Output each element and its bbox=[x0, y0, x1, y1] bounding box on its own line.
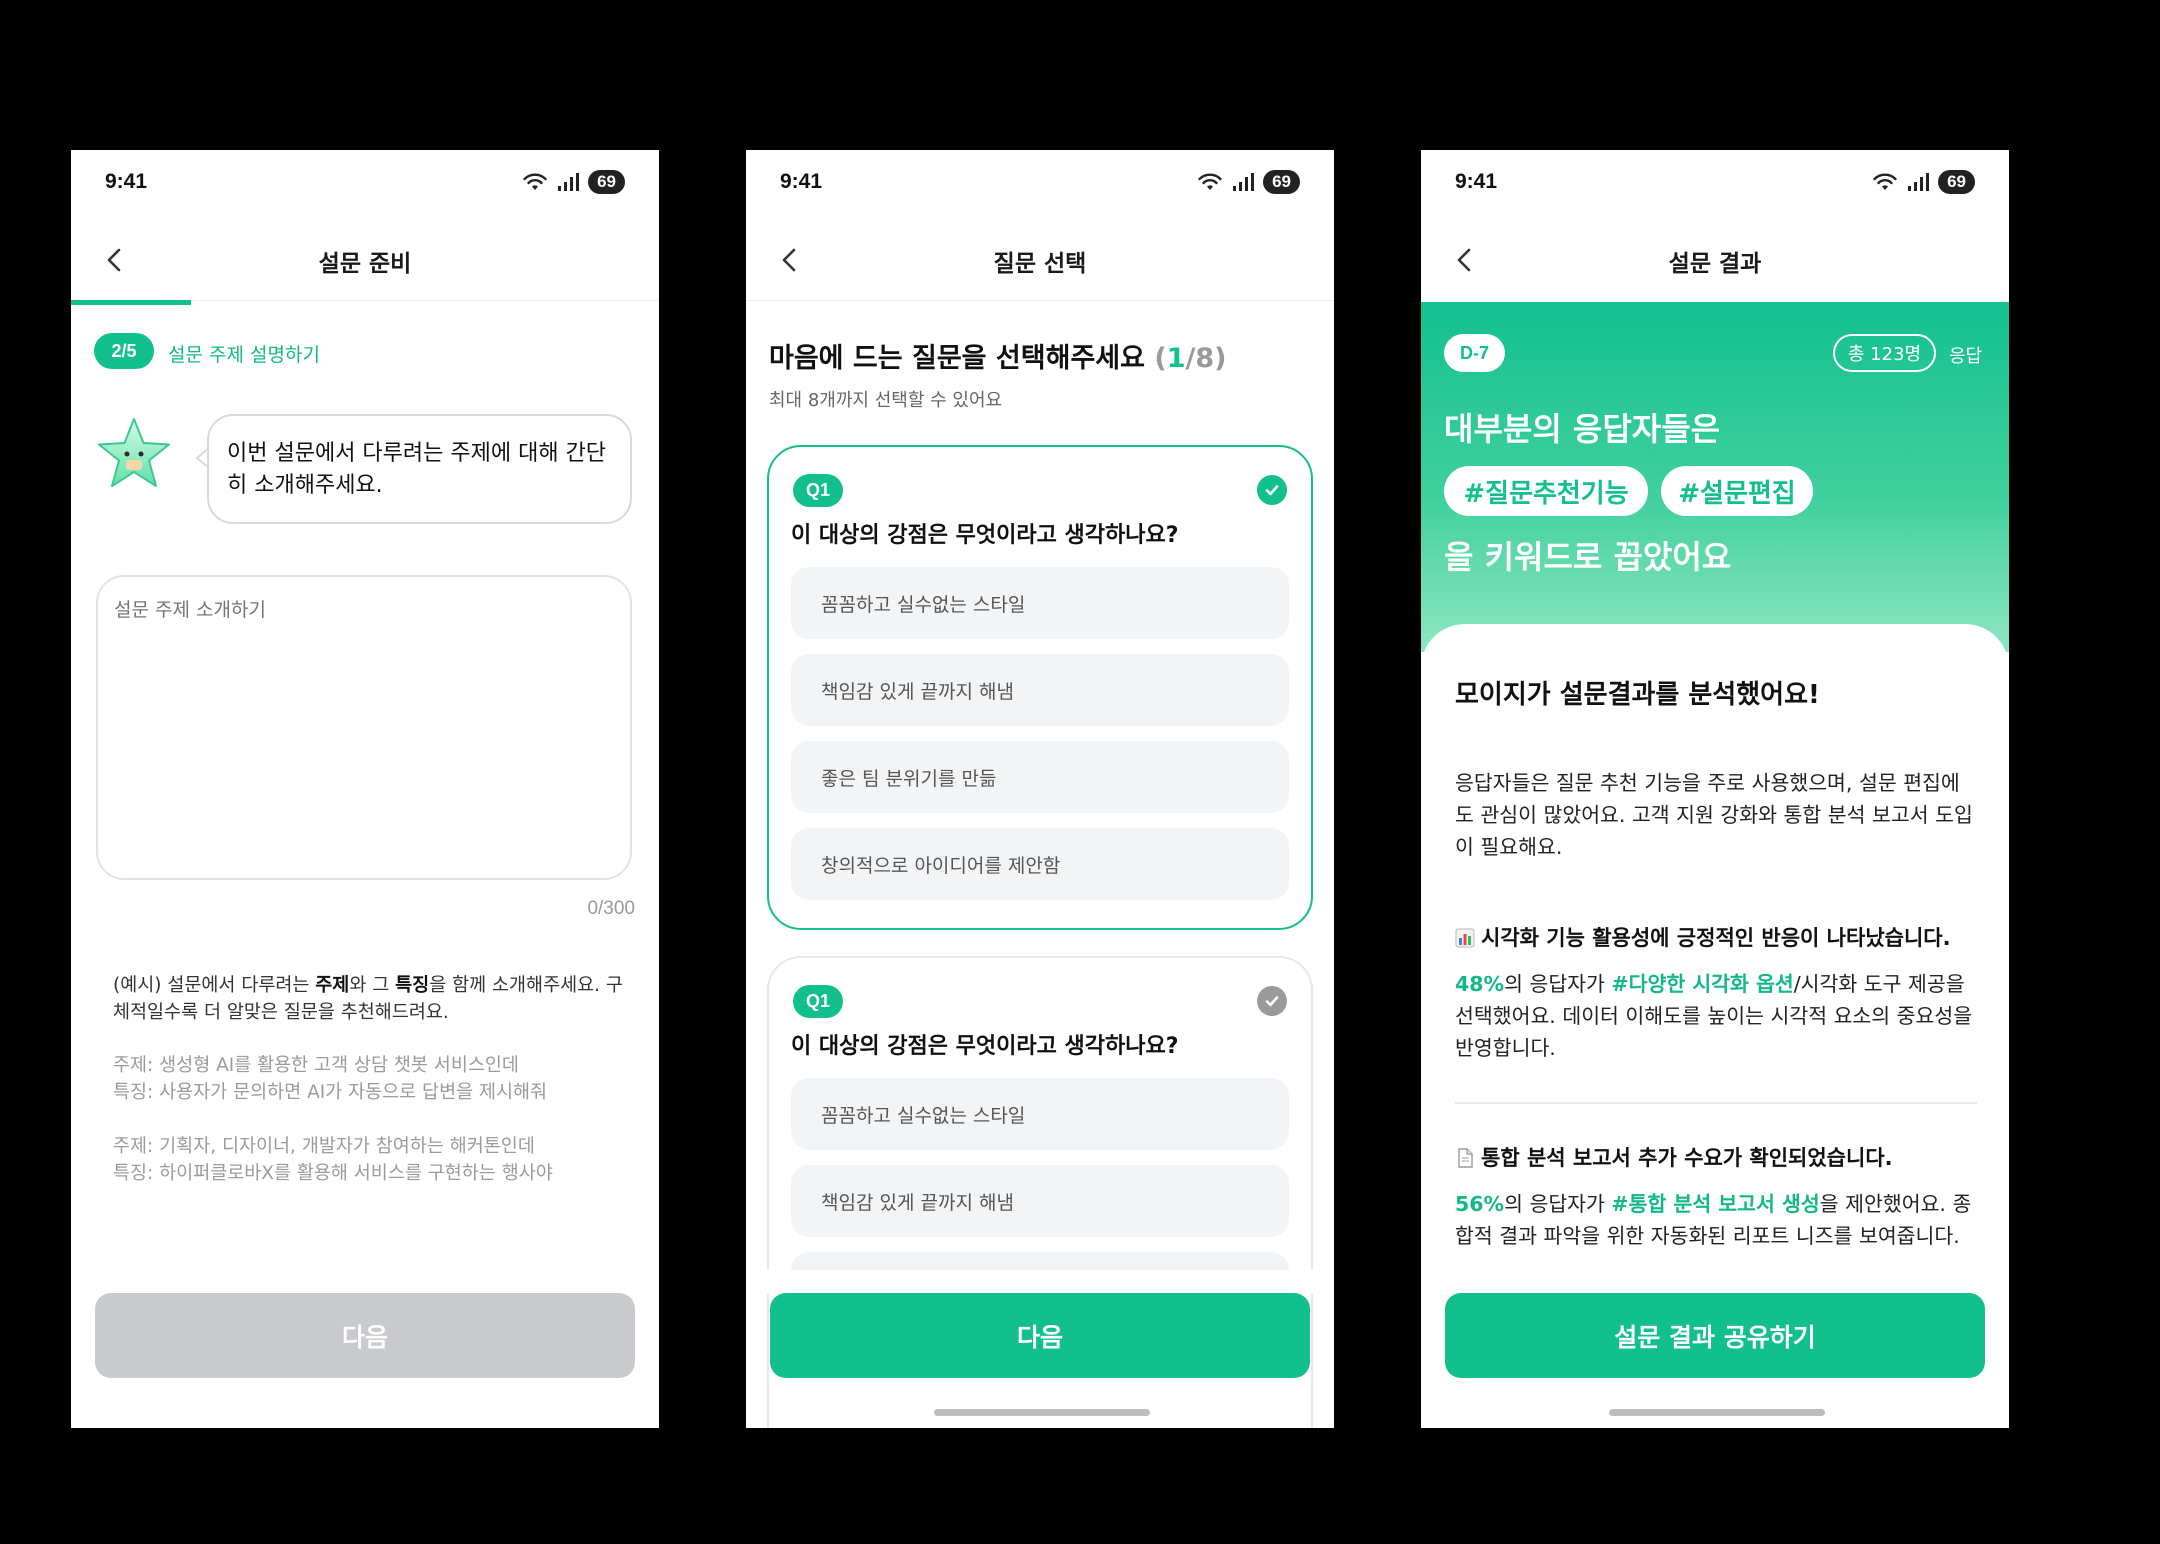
share-result-button[interactable]: 설문 결과 공유하기 bbox=[1445, 1293, 1985, 1378]
answer-option: 꼼꼼하고 실수없는 스타일 bbox=[791, 1078, 1289, 1150]
answer-option: 책임감 있게 끝까지 해냄 bbox=[791, 1165, 1289, 1237]
screen-survey-prep: 9:41 69 설문 준비 2/5 설문 주제 설명하기 이번 설문에서 다루려… bbox=[71, 150, 659, 1428]
next-button[interactable]: 다음 bbox=[95, 1293, 635, 1378]
battery-icon: 69 bbox=[1263, 170, 1300, 194]
progress-bar bbox=[71, 300, 191, 305]
wifi-icon bbox=[1873, 173, 1897, 190]
check-circle-icon[interactable] bbox=[1257, 475, 1287, 505]
nav-bar: 설문 결과 bbox=[1421, 220, 2009, 308]
page-title: 설문 준비 bbox=[318, 251, 412, 277]
answer-option: 창의적으로 아이디어를 제안함 bbox=[791, 828, 1289, 900]
keyword-tag: #설문편집 bbox=[1661, 466, 1813, 516]
answer-option: 책임감 있게 끝까지 해냄 bbox=[791, 654, 1289, 726]
battery-icon: 69 bbox=[588, 170, 625, 194]
document-icon bbox=[1458, 1148, 1473, 1168]
char-counter: 0/300 bbox=[587, 898, 635, 919]
step-badge: 2/5 bbox=[94, 333, 154, 369]
signal-icon bbox=[1908, 173, 1930, 191]
status-bar: 9:41 69 bbox=[1421, 150, 2009, 214]
dday-badge: D-7 bbox=[1444, 334, 1505, 372]
question-text: 이 대상의 강점은 무엇이라고 생각하나요? bbox=[791, 1034, 1179, 1059]
question-card-selected[interactable]: Q1 이 대상의 강점은 무엇이라고 생각하나요? 꼼꼼하고 실수없는 스타일 … bbox=[767, 445, 1313, 930]
screen-survey-result: 9:41 69 설문 결과 D-7 총 123명 응답 대부분의 응답자들은 #… bbox=[1421, 150, 2009, 1428]
status-time: 9:41 bbox=[105, 170, 148, 193]
respondents-label: 응답 bbox=[1949, 346, 1983, 367]
step-label: 설문 주제 설명하기 bbox=[168, 344, 320, 366]
hero-headline: 대부분의 응답자들은 bbox=[1444, 410, 1721, 448]
guide-bubble: 이번 설문에서 다루려는 주제에 대해 간단히 소개해주세요. bbox=[207, 414, 632, 524]
bar-chart-icon bbox=[1455, 928, 1475, 948]
status-time: 9:41 bbox=[780, 170, 823, 193]
example-sample: 주제: 기획자, 디자이너, 개발자가 참여하는 해커톤인데 특징: 하이퍼클로… bbox=[113, 1136, 553, 1184]
scroll-fade bbox=[746, 1270, 1334, 1294]
topic-input[interactable] bbox=[96, 575, 632, 880]
signal-icon bbox=[1233, 173, 1255, 191]
insight-text: 48%의 응답자가 #다양한 시각화 옵션/시각화 도구 제공을 선택했어요. … bbox=[1455, 972, 1973, 1060]
page-title: 질문 선택 bbox=[993, 251, 1087, 277]
check-circle-icon[interactable] bbox=[1257, 986, 1287, 1016]
status-bar: 9:41 69 bbox=[746, 150, 1334, 214]
screen-question-select: 9:41 69 질문 선택 마음에 드는 질문을 선택해주세요 (1/8) 최대… bbox=[746, 150, 1334, 1428]
answer-option: 좋은 팀 분위기를 만듦 bbox=[791, 741, 1289, 813]
analysis-title: 모이지가 설문결과를 분석했어요! bbox=[1455, 680, 1820, 710]
wifi-icon bbox=[1198, 173, 1222, 190]
example-sample: 주제: 생성형 AI를 활용한 고객 상담 챗봇 서비스인데 특징: 사용자가 … bbox=[113, 1055, 548, 1103]
home-indicator bbox=[934, 1409, 1150, 1416]
selection-count: (1/8) bbox=[1154, 343, 1227, 374]
question-text: 이 대상의 강점은 무엇이라고 생각하나요? bbox=[791, 523, 1179, 548]
question-tag: Q1 bbox=[793, 474, 843, 507]
next-button[interactable]: 다음 bbox=[770, 1293, 1310, 1378]
star-mascot-icon bbox=[98, 418, 170, 487]
question-tag: Q1 bbox=[793, 985, 843, 1018]
section-divider bbox=[1455, 1102, 1977, 1104]
status-bar: 9:41 69 bbox=[71, 150, 659, 214]
battery-icon: 69 bbox=[1938, 170, 1975, 194]
wifi-icon bbox=[523, 173, 547, 190]
question-heading: 마음에 드는 질문을 선택해주세요 (1/8) bbox=[769, 343, 1227, 374]
question-subtitle: 최대 8개까지 선택할 수 있어요 bbox=[769, 390, 1003, 411]
insight-heading: 통합 분석 보고서 추가 수요가 확인되었습니다. bbox=[1455, 1142, 1893, 1172]
example-text: (예시) 설문에서 다루려는 주제와 그 특징을 함께 소개해주세요. 구체적일… bbox=[113, 975, 623, 1023]
hero-headline-end: 을 키워드로 꼽았어요 bbox=[1444, 538, 1732, 576]
analysis-summary: 응답자들은 질문 추천 기능을 주로 사용했으며, 설문 편집에도 관심이 많았… bbox=[1455, 771, 1973, 859]
home-indicator bbox=[1609, 1409, 1825, 1416]
insight-text: 56%의 응답자가 #통합 분석 보고서 생성을 제안했어요. 종합적 결과 파… bbox=[1455, 1192, 1972, 1248]
status-time: 9:41 bbox=[1455, 170, 1498, 193]
answer-option: 꼼꼼하고 실수없는 스타일 bbox=[791, 567, 1289, 639]
page-title: 설문 결과 bbox=[1668, 251, 1762, 277]
nav-bar: 질문 선택 bbox=[746, 220, 1334, 308]
insight-heading: 시각화 기능 활용성에 긍정적인 반응이 나타났습니다. bbox=[1455, 922, 1951, 952]
total-respondents-badge: 총 123명 bbox=[1833, 334, 1936, 372]
signal-icon bbox=[558, 173, 580, 191]
nav-bar: 설문 준비 bbox=[71, 220, 659, 308]
keyword-tag: #질문추천기능 bbox=[1444, 466, 1648, 516]
nav-divider bbox=[746, 300, 1334, 301]
